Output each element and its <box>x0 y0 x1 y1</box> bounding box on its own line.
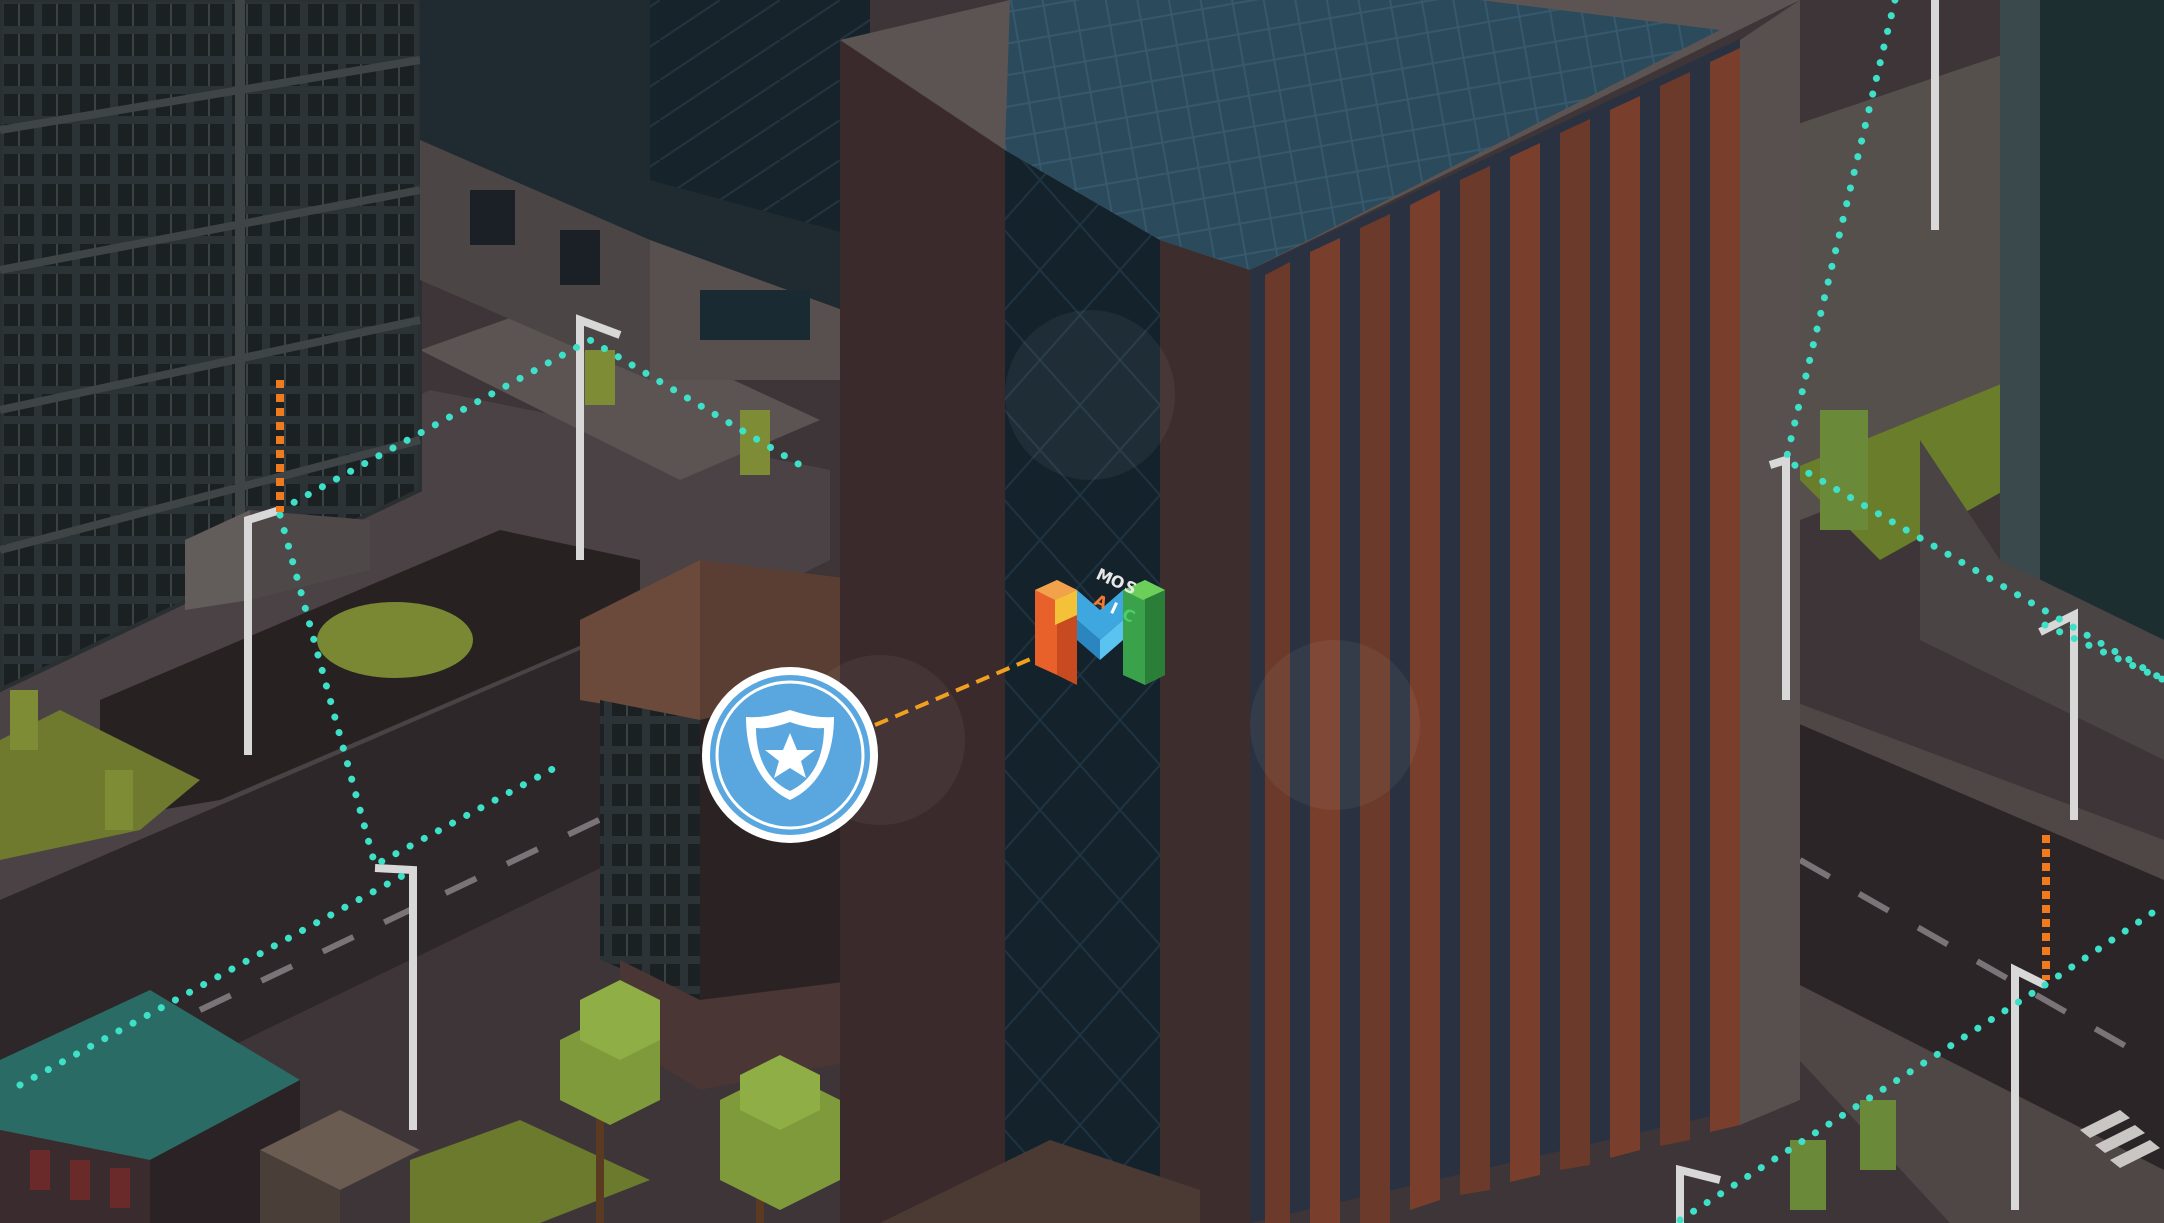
main-tower <box>840 0 1800 1223</box>
police-shield-badge[interactable] <box>702 667 878 843</box>
isometric-city-scene: M O S A I C <box>0 0 2164 1223</box>
